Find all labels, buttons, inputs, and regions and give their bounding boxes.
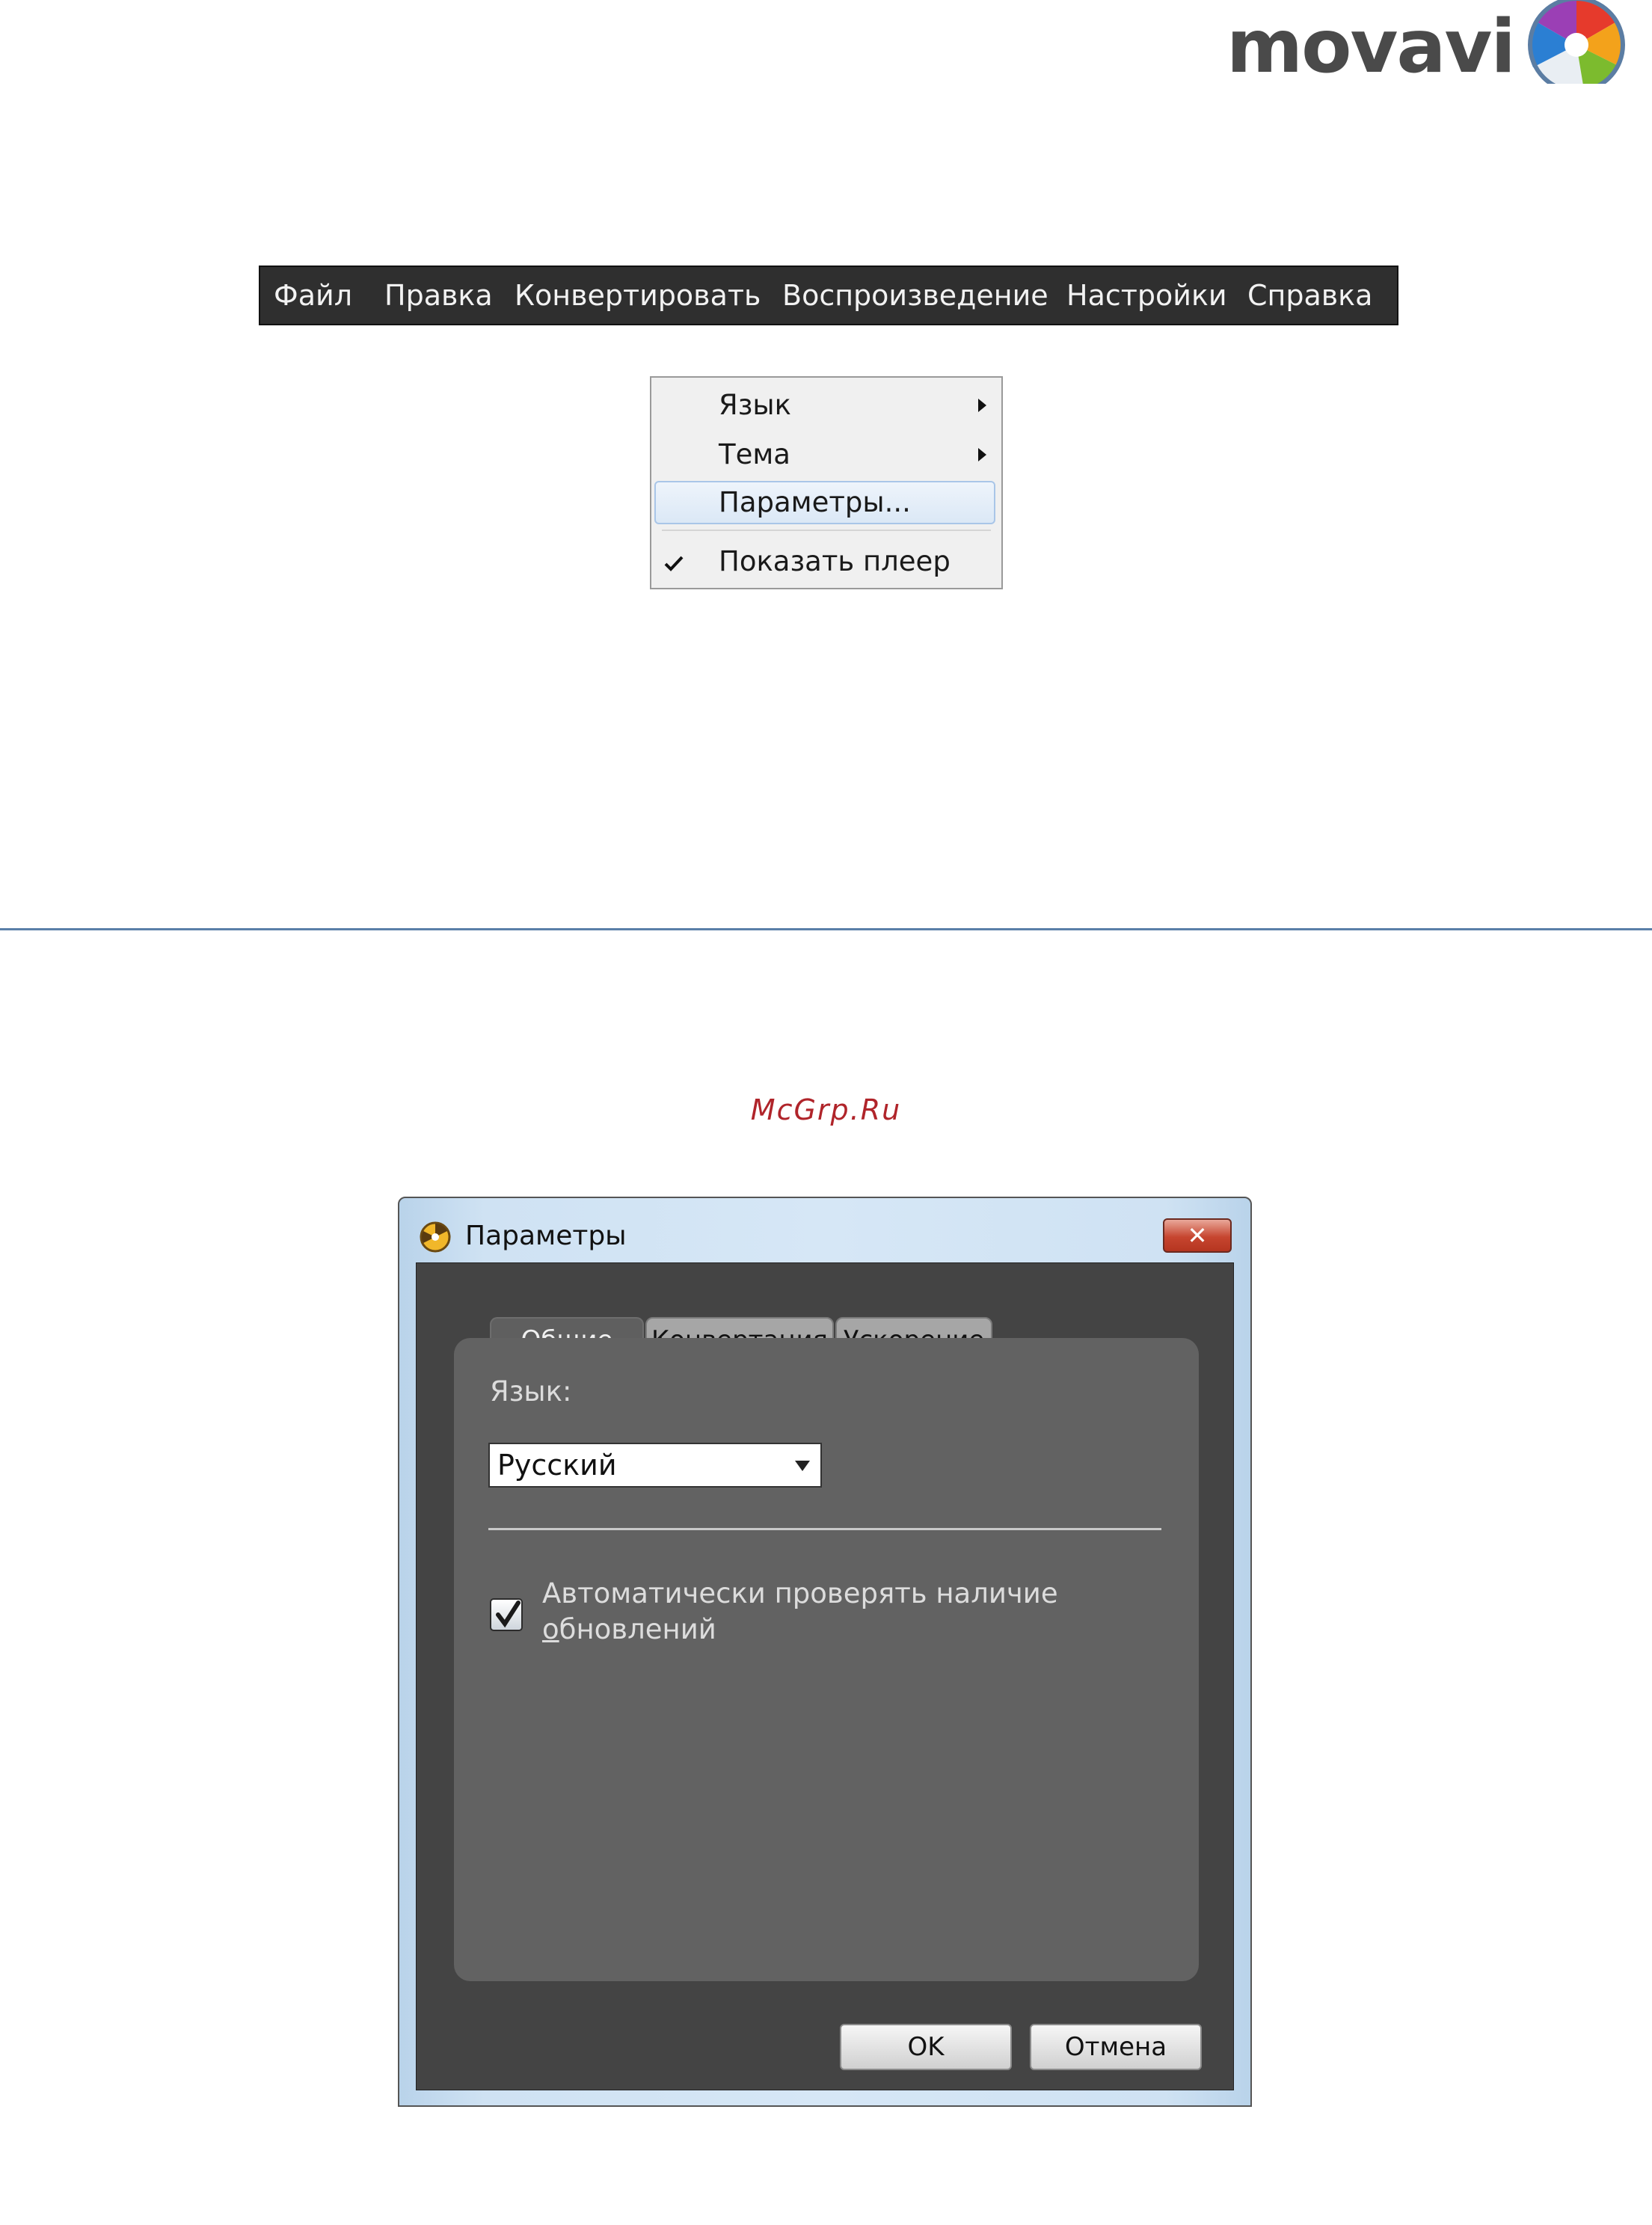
close-button[interactable]: ✕ [1163,1218,1232,1253]
dialog-title: Параметры [465,1221,627,1251]
menu-item-label: Тема [719,438,790,470]
film-reel-icon [1528,0,1625,84]
checkmark-icon [496,1601,521,1628]
menu-item-label: Язык [719,389,791,421]
panel-separator [488,1528,1161,1530]
submenu-arrow-icon [978,399,986,412]
menu-item-label: Параметры... [719,486,911,518]
general-settings-panel: Язык: Русский Автоматически проверять на… [454,1338,1199,1981]
app-icon [420,1221,451,1253]
menu-file[interactable]: Файл [274,267,352,324]
auto-update-label: Автоматически проверять наличие обновлен… [542,1576,1155,1648]
watermark-text: McGrp.Ru [750,1093,902,1126]
menu-item-show-player[interactable]: Показать плеер [651,538,1001,585]
dialog-body: Общие Конвертация Ускорение Язык: Русски… [416,1262,1234,2090]
logo-text: movavi [1226,4,1516,90]
language-label: Язык: [490,1375,572,1408]
menu-separator [662,530,991,531]
parameters-dialog: Параметры ✕ Общие Конвертация Ускорение … [398,1197,1252,2107]
checkmark-icon [664,556,684,571]
menu-convert[interactable]: Конвертировать [515,267,761,324]
language-select[interactable]: Русский [488,1443,822,1488]
menu-help[interactable]: Справка [1247,267,1372,324]
auto-update-label-line2: бновлений [559,1613,716,1645]
menu-bar: Файл Правка Конвертировать Воспроизведен… [259,266,1398,325]
close-icon: ✕ [1187,1221,1208,1250]
menu-item-label: Показать плеер [719,545,951,577]
menu-settings[interactable]: Настройки [1066,267,1227,324]
language-select-value: Русский [497,1449,617,1482]
ok-button[interactable]: OK [840,2024,1012,2070]
menu-item-theme[interactable]: Тема [651,432,1001,478]
auto-update-label-accesskey: о [542,1613,559,1645]
page-divider [0,928,1652,930]
auto-update-label-line1: Автоматически проверять наличие [542,1577,1058,1609]
auto-update-checkbox[interactable] [490,1598,523,1631]
settings-dropdown-menu: Язык Тема Параметры... Показать плеер [650,376,1003,589]
menu-playback[interactable]: Воспроизведение [782,267,1048,324]
menu-item-parameters[interactable]: Параметры... [651,479,1001,526]
cancel-button[interactable]: Отмена [1030,2024,1202,2070]
movavi-logo: movavi [1226,0,1651,84]
menu-item-language[interactable]: Язык [651,382,1001,429]
menu-edit[interactable]: Правка [384,267,493,324]
submenu-arrow-icon [978,448,986,461]
dropdown-arrow-icon [795,1461,810,1471]
